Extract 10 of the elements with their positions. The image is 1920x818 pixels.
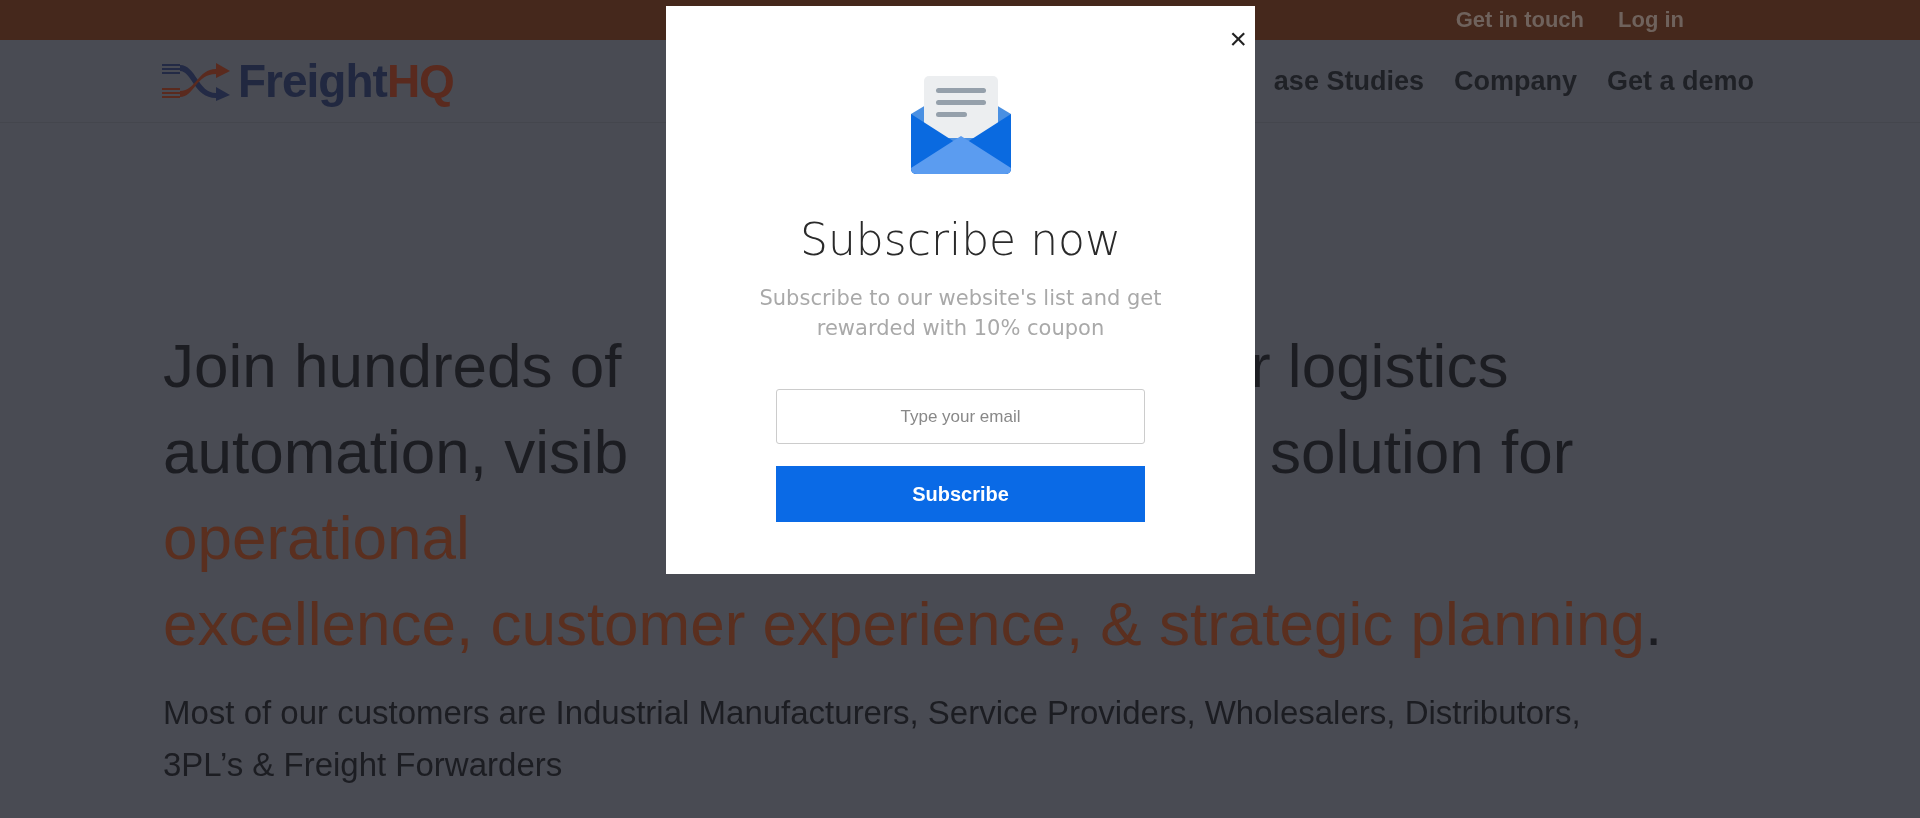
logo-icon: [162, 61, 232, 101]
popup-title: Subscribe now: [800, 214, 1121, 265]
popup-text: Subscribe to our website's list and get rewarded with 10% coupon: [758, 285, 1163, 342]
heading-period: .: [1644, 588, 1663, 660]
top-link[interactable]: Log in: [1618, 7, 1684, 33]
subscribe-button[interactable]: Subscribe: [776, 466, 1145, 522]
close-button[interactable]: ×: [1225, 24, 1251, 54]
envelope-icon: [910, 76, 1011, 174]
email-field[interactable]: Type your email: [776, 389, 1145, 444]
top-link[interactable]: Get in touch: [1455, 7, 1584, 33]
